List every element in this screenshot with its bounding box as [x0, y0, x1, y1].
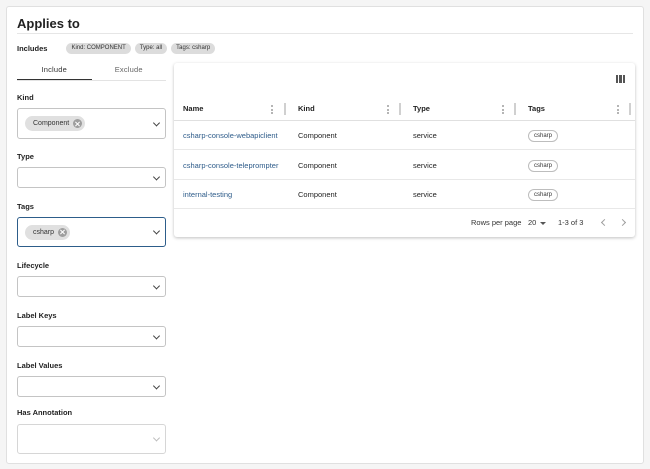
- view-column-icon[interactable]: [616, 75, 625, 83]
- lifecycle-label: Lifecycle: [17, 261, 50, 270]
- type-label: Type: [17, 152, 34, 161]
- column-header-tags[interactable]: Tags: [528, 97, 545, 121]
- table-row[interactable]: internal-testing Component service cshar…: [174, 180, 635, 209]
- chevron-down-icon: [152, 172, 161, 181]
- has-annotation-label: Has Annotation: [17, 408, 73, 417]
- column-menu-icon[interactable]: [387, 105, 389, 114]
- label-keys-filter: Label Keys: [17, 311, 166, 347]
- kind-value-chip: Component: [25, 116, 86, 131]
- pagination-range: 1-3 of 3: [558, 218, 584, 227]
- column-header-kind[interactable]: Kind: [298, 97, 315, 121]
- chevron-right-icon[interactable]: [618, 218, 627, 227]
- column-resize-handle[interactable]: [399, 103, 401, 115]
- cancel-circle-icon[interactable]: [73, 119, 83, 128]
- entity-table: Name Kind Type Tags csharp-console-webap…: [174, 63, 635, 237]
- summary-chip-tags: Tags: csharp: [171, 42, 216, 54]
- has-annotation-filter: Has Annotation: [17, 408, 166, 454]
- entity-kind: Component: [298, 131, 337, 140]
- caret-down-icon[interactable]: [540, 222, 546, 225]
- chevron-down-icon: [152, 331, 161, 340]
- column-menu-icon[interactable]: [271, 105, 273, 114]
- table-row[interactable]: csharp-console-webapiclient Component se…: [174, 121, 635, 150]
- includes-summary: Includes Kind: COMPONENT Type: all Tags:…: [17, 41, 219, 55]
- label-values-filter: Label Values: [17, 361, 166, 397]
- label-values-label: Label Values: [17, 361, 63, 370]
- rows-per-page-select[interactable]: 20: [528, 209, 536, 237]
- applies-to-card: Applies to Includes Kind: COMPONENT Type…: [6, 6, 644, 464]
- chevron-down-icon: [152, 118, 161, 127]
- title-divider: [17, 33, 633, 34]
- column-header-type[interactable]: Type: [413, 97, 430, 121]
- entity-type: service: [413, 161, 437, 170]
- entity-name-link[interactable]: internal-testing: [183, 180, 232, 209]
- kind-filter: Kind Component: [17, 93, 166, 139]
- chevron-down-icon: [152, 381, 161, 390]
- lifecycle-select[interactable]: [17, 276, 166, 297]
- entity-tag-chip: csharp: [528, 189, 559, 201]
- tags-label: Tags: [17, 202, 34, 211]
- chevron-left-icon[interactable]: [600, 218, 609, 227]
- chevron-down-icon: [152, 434, 161, 442]
- kind-label: Kind: [17, 93, 34, 102]
- type-select[interactable]: [17, 167, 166, 188]
- column-resize-handle[interactable]: [284, 103, 286, 115]
- entity-kind: Component: [298, 190, 337, 199]
- chevron-down-icon: [152, 227, 161, 235]
- tags-value-chip: csharp: [25, 224, 71, 240]
- entity-tag-chip: csharp: [528, 130, 559, 142]
- table-header: Name Kind Type Tags: [174, 97, 635, 121]
- summary-chip-type: Type: all: [134, 42, 168, 54]
- tab-include[interactable]: Include: [17, 63, 92, 80]
- table-row[interactable]: csharp-console-teleprompter Component se…: [174, 151, 635, 180]
- entity-type: service: [413, 131, 437, 140]
- column-header-name[interactable]: Name: [183, 97, 203, 121]
- entity-type: service: [413, 190, 437, 199]
- has-annotation-select[interactable]: [17, 424, 166, 454]
- chevron-down-icon: [152, 281, 161, 290]
- entity-tag-chip: csharp: [528, 160, 559, 172]
- include-exclude-tabs: Include Exclude: [17, 63, 166, 81]
- rows-per-page-label: Rows per page: [471, 218, 522, 227]
- cancel-circle-icon[interactable]: [58, 227, 68, 237]
- summary-chip-kind: Kind: COMPONENT: [66, 42, 131, 54]
- kind-select[interactable]: Component: [17, 108, 166, 139]
- entity-name-link[interactable]: csharp-console-webapiclient: [183, 121, 278, 150]
- column-resize-handle[interactable]: [514, 103, 516, 115]
- label-keys-select[interactable]: [17, 326, 166, 347]
- entity-name-link[interactable]: csharp-console-teleprompter: [183, 151, 278, 180]
- page-title: Applies to: [17, 16, 80, 31]
- filter-panel: Include Exclude Kind Component Type Tags: [17, 63, 166, 454]
- includes-label: Includes: [17, 43, 48, 53]
- column-menu-icon[interactable]: [502, 105, 504, 114]
- label-keys-label: Label Keys: [17, 311, 57, 320]
- column-menu-icon[interactable]: [617, 105, 619, 114]
- lifecycle-filter: Lifecycle: [17, 261, 166, 297]
- tab-exclude[interactable]: Exclude: [92, 63, 167, 80]
- type-filter: Type: [17, 152, 166, 188]
- table-pagination: Rows per page 20 1-3 of 3: [174, 209, 635, 237]
- tags-chip-label: csharp: [33, 228, 55, 236]
- kind-chip-label: Component: [33, 120, 70, 127]
- label-values-select[interactable]: [17, 376, 166, 397]
- tags-filter: Tags csharp: [17, 202, 166, 247]
- tags-select[interactable]: csharp: [17, 217, 166, 247]
- entity-kind: Component: [298, 161, 337, 170]
- column-resize-handle[interactable]: [629, 103, 631, 115]
